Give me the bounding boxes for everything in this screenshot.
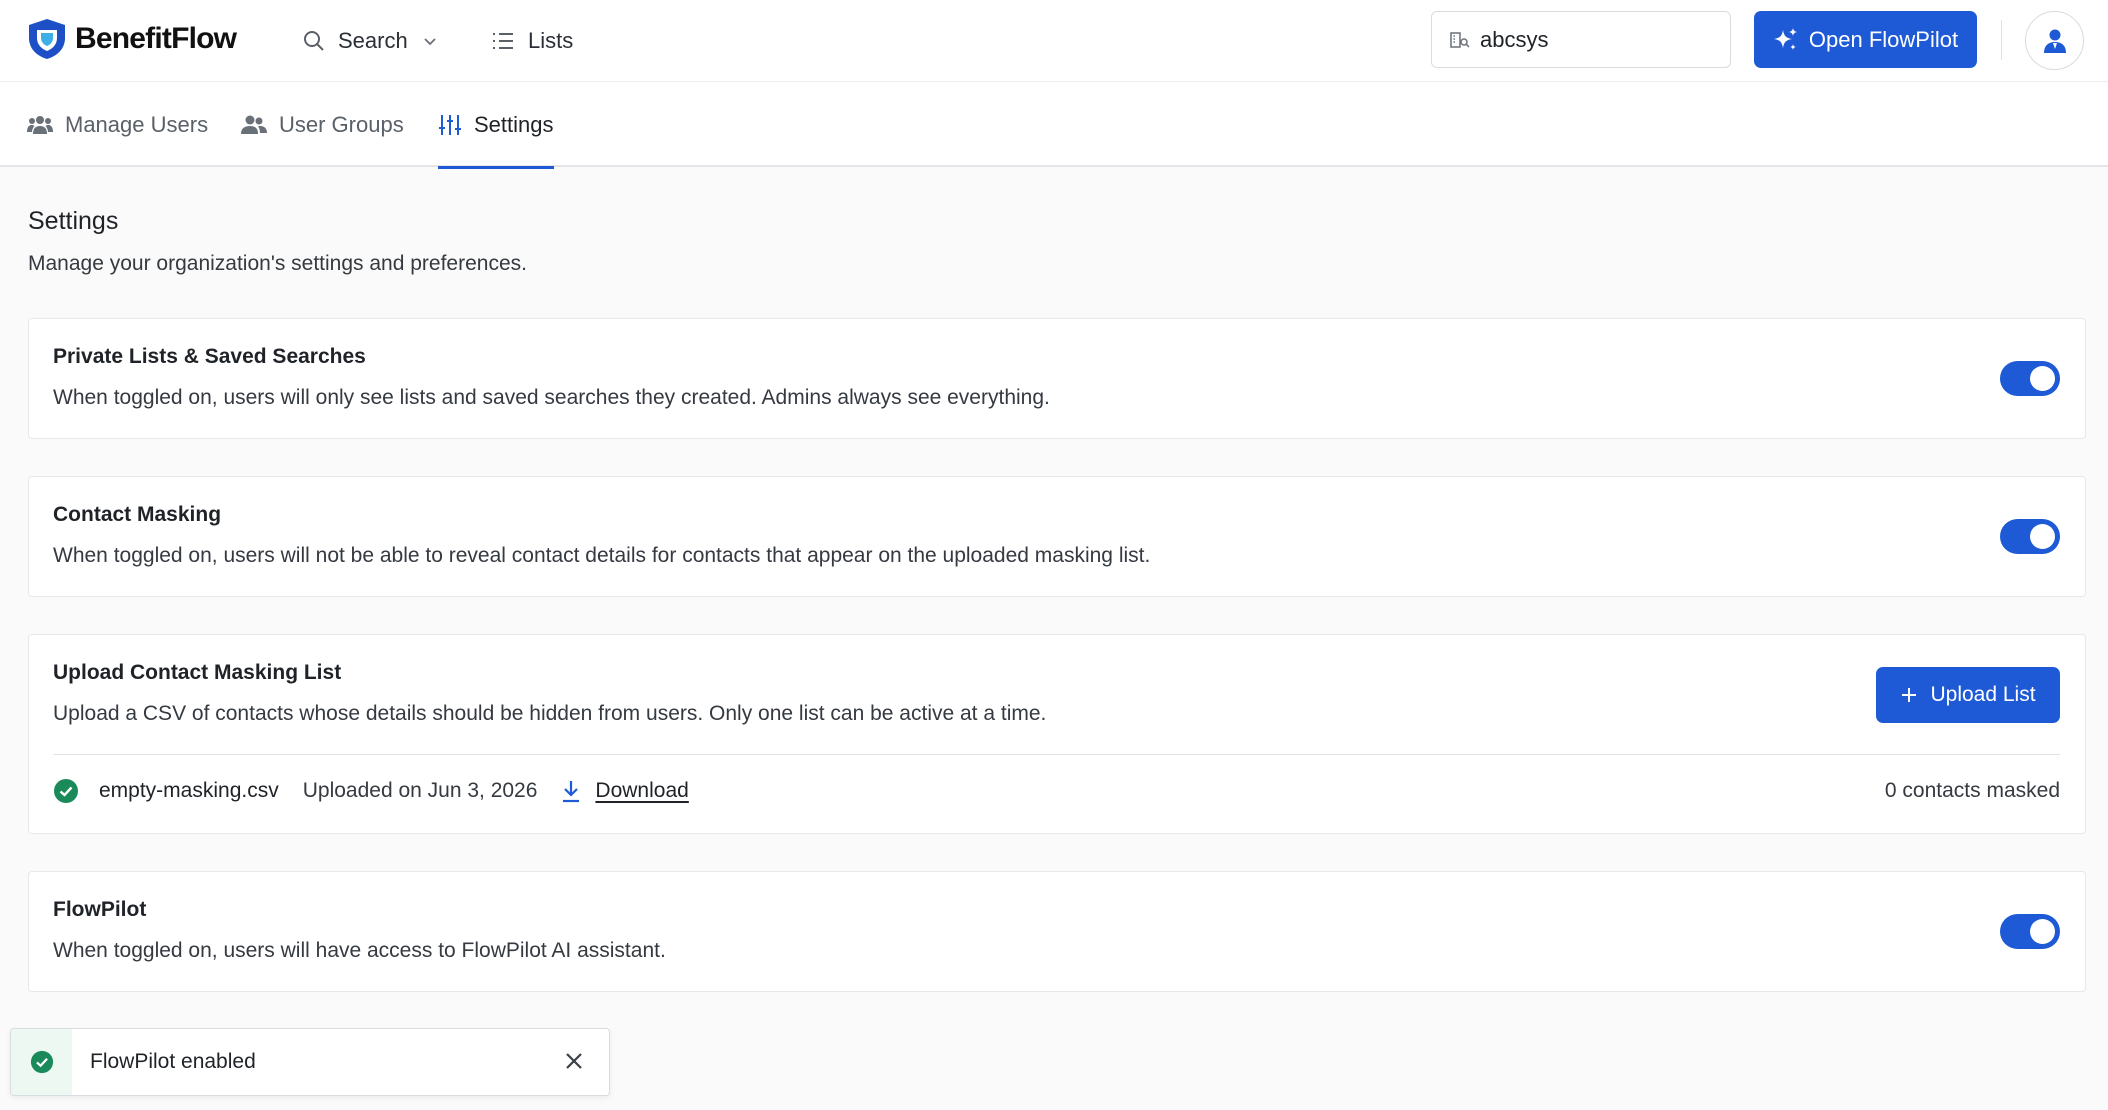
toggle-knob [2030,919,2055,944]
user-icon [2043,29,2066,53]
tab-manage-users-label: Manage Users [65,111,209,137]
private-lists-card: Private Lists & Saved Searches When togg… [28,318,2086,439]
nav-search-label: Search [338,28,408,53]
private-lists-title: Private Lists & Saved Searches [53,345,366,368]
toast-notification: FlowPilot enabled [10,1028,610,1096]
upload-list-button[interactable]: Upload List [1876,667,2060,723]
toggle-knob [2030,524,2055,549]
nav-lists-link[interactable]: Lists [490,22,573,60]
sliders-icon [439,114,461,135]
download-link-label: Download [595,779,689,802]
contacts-masked-count: 0 contacts masked [1884,779,2060,802]
masking-file-upload-date: Uploaded on Jun 3, 2026 [302,779,538,802]
private-lists-description: When toggled on, users will only see lis… [53,386,1050,409]
card-divider [53,754,2060,755]
list-icon [493,33,513,49]
upload-masking-card: Upload Contact Masking List Upload a CSV… [28,634,2086,834]
masking-file-name: empty-masking.csv [99,779,279,802]
page-title: Settings [28,207,119,235]
toast-message: FlowPilot enabled [90,1050,256,1073]
navbar-divider [2001,20,2002,60]
brand-logo[interactable]: BenefitFlow [27,18,237,60]
check-circle-icon [54,779,78,803]
org-switcher-value: abcsys [1480,26,1549,52]
user-group-icon [241,115,267,134]
plus-icon [1902,688,1917,702]
upload-masking-description: Upload a CSV of contacts whose details s… [53,702,1047,725]
contact-masking-description: When toggled on, users will not be able … [53,544,1151,567]
sparkles-icon [1773,27,1797,50]
nav-search-menu[interactable]: Search [302,22,438,60]
tab-user-groups[interactable]: User Groups [241,82,404,167]
search-icon [304,31,324,51]
tab-bar: Manage Users User Groups Settings [0,82,2108,169]
contact-masking-title: Contact Masking [53,503,222,526]
check-circle-icon [30,1050,53,1074]
user-avatar-button[interactable] [2025,11,2084,70]
toast-icon-container [11,1029,72,1095]
users-icon [27,115,53,134]
flowpilot-title: FlowPilot [53,898,147,921]
close-icon[interactable] [563,1050,585,1072]
contact-masking-card: Contact Masking When toggled on, users w… [28,476,2086,597]
brand-name: BenefitFlow [75,22,237,55]
open-flowpilot-label: Open FlowPilot [1808,26,1959,52]
org-switcher[interactable]: abcsys [1431,11,1731,68]
upload-masking-title: Upload Contact Masking List [53,661,342,684]
toggle-knob [2030,366,2055,391]
tab-user-groups-label: User Groups [279,111,404,137]
top-navbar: BenefitFlow Search Lists abcsys Open Flo… [0,0,2108,82]
download-file-link[interactable]: Download [561,779,689,803]
upload-list-label: Upload List [1930,683,2036,706]
flowpilot-toggle[interactable] [2000,914,2060,949]
tab-settings-label: Settings [474,111,554,137]
flowpilot-description: When toggled on, users will have access … [53,939,666,962]
shield-logo-icon [29,19,65,59]
building-search-icon [1450,31,1470,48]
flowpilot-card: FlowPilot When toggled on, users will ha… [28,871,2086,992]
tab-settings[interactable]: Settings [438,82,554,169]
chevron-down-icon [424,38,436,46]
masking-file-row: empty-masking.csv Uploaded on Jun 3, 202… [53,771,2060,811]
nav-lists-label: Lists [528,28,574,53]
page-subtitle: Manage your organization's settings and … [28,252,527,275]
open-flowpilot-button[interactable]: Open FlowPilot [1754,11,1977,68]
download-icon [563,781,580,803]
private-lists-toggle[interactable] [2000,361,2060,396]
tab-manage-users[interactable]: Manage Users [27,82,208,167]
contact-masking-toggle[interactable] [2000,519,2060,554]
